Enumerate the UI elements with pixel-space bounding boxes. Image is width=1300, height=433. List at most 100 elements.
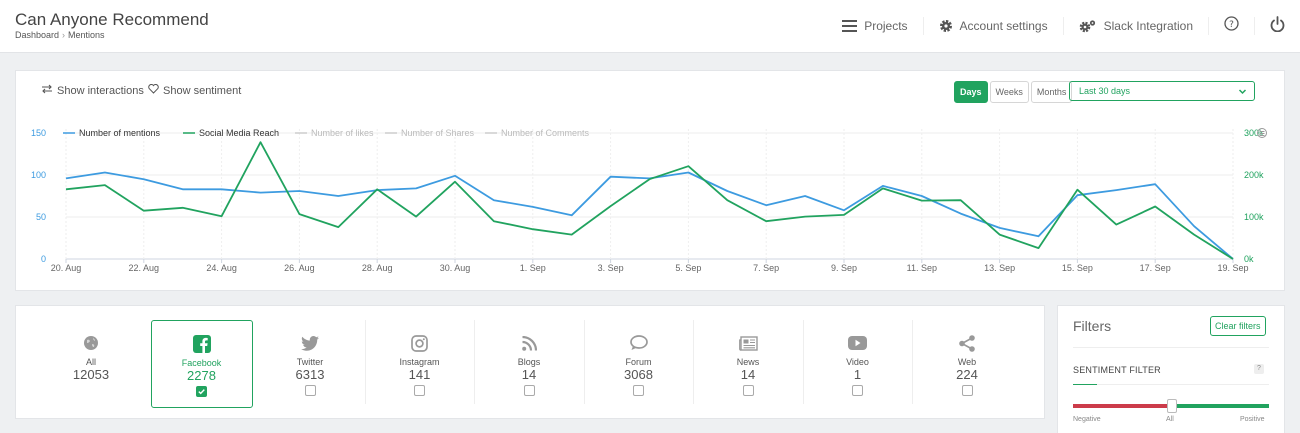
source-checkbox[interactable] [852, 385, 863, 396]
hamburger-icon [842, 20, 858, 32]
source-checkbox[interactable] [633, 385, 644, 396]
x-tick-label: 22. Aug [129, 263, 160, 273]
source-label: Instagram [399, 357, 440, 367]
source-tile-facebook[interactable]: Facebook 2278 [150, 320, 253, 408]
source-tile-twitter[interactable]: Twitter 6313 [260, 320, 360, 406]
x-tick-label: 9. Sep [831, 263, 857, 273]
source-checkbox[interactable] [742, 385, 754, 396]
source-label: Blogs [517, 357, 541, 367]
source-tile-forum[interactable]: Forum 3068 [589, 320, 689, 406]
breadcrumb-dashboard[interactable]: Dashboard [15, 30, 59, 40]
power-icon [1270, 15, 1285, 37]
x-tick-label: 28. Aug [362, 263, 393, 273]
projects-button[interactable]: Projects [827, 17, 922, 35]
help-badge[interactable]: ? [1254, 364, 1264, 374]
slider-negative-range [1073, 404, 1169, 408]
source-checkbox[interactable] [304, 385, 316, 396]
x-tick-label: 30. Aug [440, 263, 471, 273]
clear-filters-button[interactable]: Clear filters [1210, 316, 1266, 336]
divider [912, 320, 913, 404]
source-count: 6313 [295, 367, 325, 382]
source-checkbox[interactable] [961, 385, 973, 396]
breadcrumb-mentions[interactable]: Mentions [68, 30, 105, 40]
source-count: 3068 [624, 367, 653, 382]
logout-button[interactable] [1254, 15, 1300, 37]
y-left-tick-label: 150 [31, 128, 46, 138]
top-nav: Projects Account settings Slack Integrat… [827, 0, 1300, 52]
sentiment-slider[interactable] [1073, 399, 1269, 413]
source-label: All [85, 357, 96, 367]
newspaper-icon [698, 332, 798, 354]
gears-icon [1079, 19, 1097, 33]
source-tile-all[interactable]: All 12053 [41, 320, 141, 406]
source-count: 224 [956, 367, 978, 382]
slack-integration-label: Slack Integration [1103, 19, 1193, 33]
facebook-icon [152, 333, 252, 355]
source-label: Web [957, 357, 977, 367]
share-icon [917, 332, 1017, 354]
svg-text:?: ? [1229, 20, 1234, 30]
source-label: Video [846, 357, 869, 367]
legend-label: Number of Comments [501, 128, 590, 138]
slider-positive-range [1177, 404, 1269, 408]
chat-icon [589, 332, 689, 354]
series-line-mentions [65, 171, 1234, 260]
mentions-chart-card: Show interactions Show sentiment Days We… [15, 70, 1285, 291]
play-icon [808, 332, 908, 354]
x-tick-label: 17. Sep [1140, 263, 1171, 273]
slider-handle[interactable] [1167, 399, 1177, 413]
x-tick-label: 20. Aug [51, 263, 82, 273]
globe-icon [41, 332, 141, 354]
y-right-tick-label: 100k [1244, 212, 1264, 222]
source-count: 12053 [72, 367, 110, 382]
x-tick-label: 26. Aug [284, 263, 315, 273]
top-bar: Can Anyone Recommend Dashboard › Mentions … [0, 0, 1300, 53]
projects-label: Projects [864, 19, 908, 33]
y-left-tick-label: 50 [36, 212, 46, 222]
x-tick-label: 3. Sep [598, 263, 624, 273]
source-tile-web[interactable]: Web 224 [917, 320, 1017, 406]
source-count: 14 [521, 367, 537, 382]
source-tile-news[interactable]: News 14 [698, 320, 798, 406]
divider [693, 320, 694, 404]
breadcrumb: Dashboard › Mentions [15, 30, 105, 40]
checkmark-icon [198, 389, 205, 395]
source-count: 2278 [187, 368, 216, 383]
gear-icon [939, 19, 953, 33]
legend-label: Number of Shares [401, 128, 475, 138]
x-tick-label: 1. Sep [520, 263, 546, 273]
question-icon: ? [1224, 16, 1239, 36]
x-tick-label: 19. Sep [1217, 263, 1248, 273]
y-right-tick-label: 200k [1244, 170, 1264, 180]
sentiment-filter-label: SENTIMENT FILTER [1073, 365, 1161, 375]
divider [474, 320, 475, 404]
source-label: Facebook [181, 358, 222, 368]
source-checkbox[interactable] [523, 385, 535, 396]
source-count: 141 [408, 367, 431, 382]
slack-integration-button[interactable]: Slack Integration [1062, 17, 1208, 35]
x-tick-label: 11. Sep [907, 263, 937, 273]
legend-label: Number of likes [311, 128, 374, 138]
sources-card: All 12053 Facebook 2278 Twitter 6313 Instagram… [15, 305, 1045, 419]
slider-all-label: All [1166, 416, 1174, 423]
twitter-icon [260, 332, 360, 354]
divider [364, 320, 366, 404]
help-button[interactable]: ? [1208, 16, 1254, 36]
x-tick-label: 5. Sep [675, 263, 701, 273]
mentions-line-chart: 0 0k50 100k100 200k150 300k20. Aug 22. Aug 24.… [31, 128, 1267, 273]
filters-title: Filters [1073, 318, 1112, 334]
source-label: News [736, 357, 760, 367]
account-settings-button[interactable]: Account settings [922, 17, 1063, 35]
slider-positive-label: Positive [1240, 416, 1265, 423]
slider-negative-label: Negative [1073, 416, 1101, 423]
rss-icon [479, 332, 579, 354]
source-tile-blogs[interactable]: Blogs 14 [479, 320, 579, 406]
series-line-reach [65, 141, 1234, 260]
divider [802, 320, 804, 404]
y-left-tick-label: 100 [31, 170, 46, 180]
source-tile-video[interactable]: Video 1 [808, 320, 908, 406]
source-tile-instagram[interactable]: Instagram 141 [370, 320, 470, 406]
source-checkbox[interactable] [414, 385, 425, 396]
source-checkbox[interactable] [196, 386, 207, 397]
x-tick-label: 24. Aug [206, 263, 237, 273]
